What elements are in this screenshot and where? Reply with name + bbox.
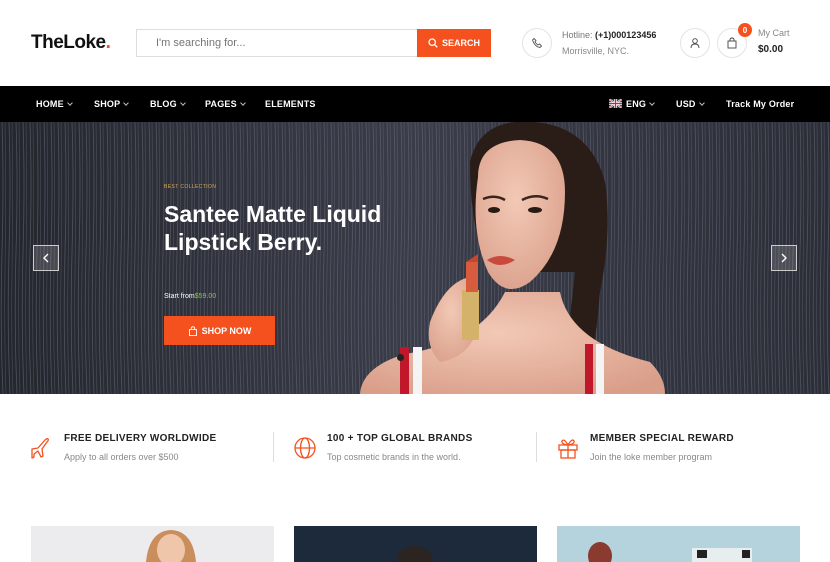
hero-slider: BEST COLLECTION Santee Matte Liquid Lips… (0, 122, 830, 394)
nav-item-label: SHOP (94, 99, 121, 109)
slider-dot[interactable] (397, 354, 404, 361)
search-icon (428, 38, 438, 48)
product-card[interactable] (31, 526, 274, 562)
language-selector[interactable]: ENG (609, 99, 655, 109)
feature-title: MEMBER SPECIAL REWARD (590, 433, 734, 444)
airplane-icon (31, 438, 49, 459)
search-button[interactable]: SEARCH (417, 29, 491, 57)
nav-item-label: PAGES (205, 99, 237, 109)
main-nav: HOME SHOP BLOG PAGES ELEMENTS ENG USD Tr… (0, 86, 830, 122)
shopping-bag-icon (188, 325, 197, 336)
nav-item-label: HOME (36, 99, 64, 109)
cart-count-badge: 0 (738, 23, 752, 37)
shopping-bag-icon (727, 37, 737, 49)
chevron-right-icon (781, 253, 787, 263)
nav-item-home[interactable]: HOME (36, 99, 73, 109)
location-text: Morrisville, NYC. (562, 46, 630, 56)
product-image (294, 526, 537, 562)
search-bar: SEARCH (136, 29, 491, 57)
features-bar: FREE DELIVERY WORLDWIDE Apply to all ord… (0, 394, 830, 504)
hero-title: Santee Matte Liquid Lipstick Berry. (164, 201, 382, 255)
logo-dot: . (105, 32, 111, 53)
feature-divider (536, 432, 537, 462)
hero-background-image (0, 122, 830, 394)
shop-now-button[interactable]: SHOP NOW (164, 316, 275, 345)
nav-item-label: BLOG (150, 99, 177, 109)
chevron-down-icon (240, 100, 246, 106)
chevron-down-icon (649, 100, 655, 106)
gift-icon (558, 439, 578, 459)
hotline: Hotline: (+1)000123456 (562, 30, 656, 40)
site-header: TheLoke. SEARCH Hotline: (+1)000123456 M… (0, 0, 830, 86)
phone-icon (531, 37, 543, 48)
slider-prev-button[interactable] (33, 245, 59, 271)
track-order-link[interactable]: Track My Order (726, 99, 794, 109)
language-label: ENG (626, 99, 647, 109)
feature-divider (273, 432, 274, 462)
chevron-down-icon (698, 100, 705, 106)
uk-flag-icon (609, 99, 622, 109)
slider-next-button[interactable] (771, 245, 797, 271)
feature-subtitle: Apply to all orders over $500 (64, 452, 179, 462)
hero-price-prefix: Start from (164, 293, 195, 300)
hero-price-line: Start from$59.00 (164, 293, 216, 300)
track-order-label: Track My Order (726, 99, 795, 109)
cart-total: $0.00 (758, 44, 784, 55)
search-input[interactable] (137, 30, 417, 56)
hero-tag: BEST COLLECTION (164, 184, 217, 190)
product-card[interactable] (294, 526, 537, 562)
product-image (557, 526, 800, 562)
feature-title: FREE DELIVERY WORLDWIDE (64, 433, 217, 444)
nav-item-shop[interactable]: SHOP (94, 99, 130, 109)
logo[interactable]: TheLoke. (31, 32, 111, 54)
user-icon (690, 38, 700, 49)
chevron-down-icon (179, 100, 186, 106)
nav-item-blog[interactable]: BLOG (150, 99, 186, 109)
chevron-down-icon (123, 100, 130, 106)
product-image (31, 526, 274, 562)
feature-subtitle: Top cosmetic brands in the world. (327, 452, 461, 462)
nav-item-pages[interactable]: PAGES (205, 99, 246, 109)
currency-selector[interactable]: USD (676, 99, 705, 109)
phone-button[interactable] (522, 28, 552, 58)
chevron-left-icon (43, 253, 49, 263)
globe-icon (294, 437, 316, 459)
account-button[interactable] (680, 28, 710, 58)
search-button-label: SEARCH (441, 38, 480, 48)
feature-subtitle: Join the loke member program (590, 452, 713, 462)
nav-item-label: ELEMENTS (265, 99, 316, 109)
nav-item-elements[interactable]: ELEMENTS (265, 99, 316, 109)
logo-text: TheLoke (31, 32, 106, 53)
hotline-number[interactable]: (+1)000123456 (595, 30, 656, 40)
product-card[interactable] (557, 526, 800, 562)
chevron-down-icon (66, 100, 73, 106)
feature-title: 100 + TOP GLOBAL BRANDS (327, 433, 473, 444)
currency-label: USD (676, 99, 696, 109)
hero-price: $59.00 (194, 293, 217, 300)
cart-label[interactable]: My Cart (758, 28, 790, 38)
hotline-label: Hotline: (562, 30, 593, 40)
shop-now-label: SHOP NOW (201, 325, 252, 336)
